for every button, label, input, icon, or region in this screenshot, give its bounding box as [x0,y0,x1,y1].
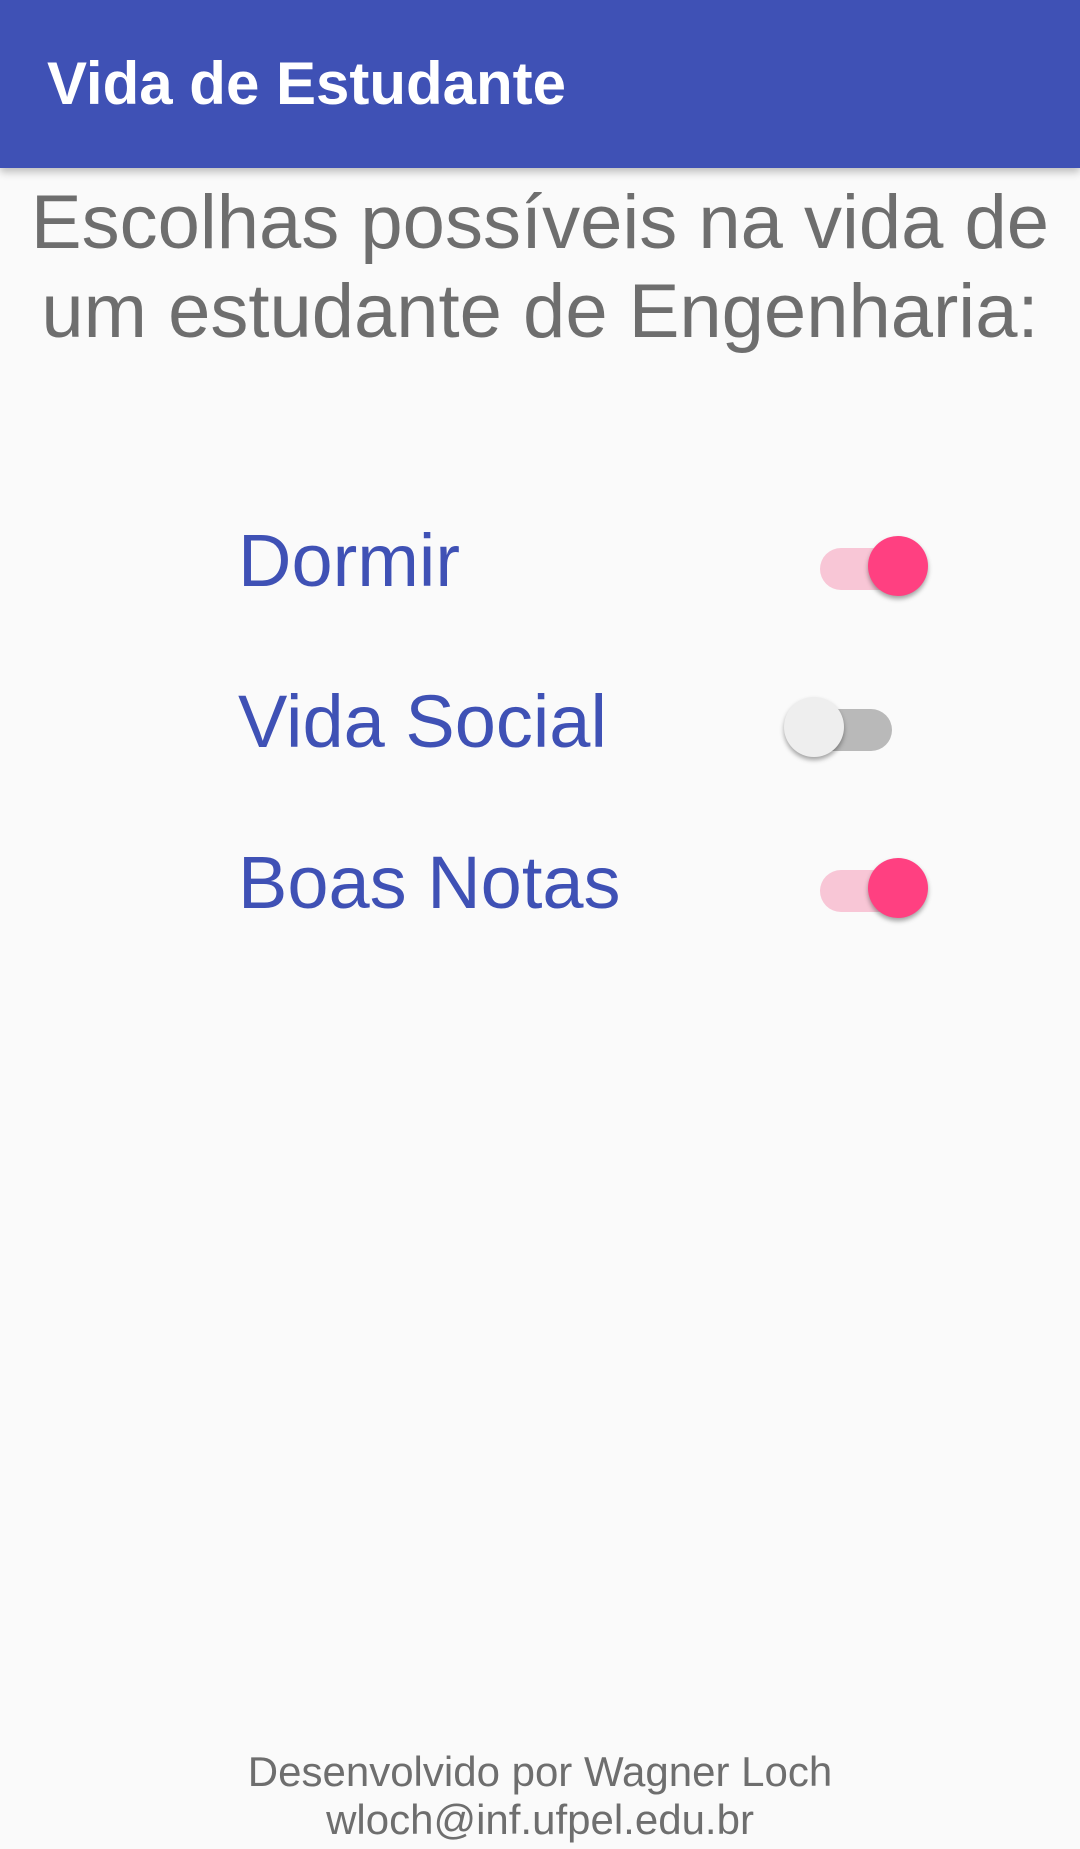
footer: Desenvolvido por Wagner Loch wloch@inf.u… [0,1748,1080,1844]
switch-thumb [868,858,928,918]
vida-social-switch[interactable] [784,687,904,757]
option-row-boas-notas: Boas Notas [238,828,928,938]
switch-thumb [868,536,928,596]
app-title: Vida de Estudante [47,50,567,117]
footer-email: wloch@inf.ufpel.edu.br [326,1796,754,1843]
footer-author: Desenvolvido por Wagner Loch [247,1748,833,1795]
page-heading: Escolhas possíveis na vida de um estudan… [30,180,1050,354]
app-bar: Vida de Estudante [0,0,1080,168]
option-row-dormir: Dormir [238,506,928,616]
switch-thumb [784,697,844,757]
dormir-switch[interactable] [808,526,928,596]
option-label-boas-notas: Boas Notas [238,841,621,924]
option-row-vida-social: Vida Social [238,667,918,777]
boas-notas-switch[interactable] [808,848,928,918]
option-label-dormir: Dormir [238,519,460,602]
option-label-vida-social: Vida Social [238,680,607,763]
